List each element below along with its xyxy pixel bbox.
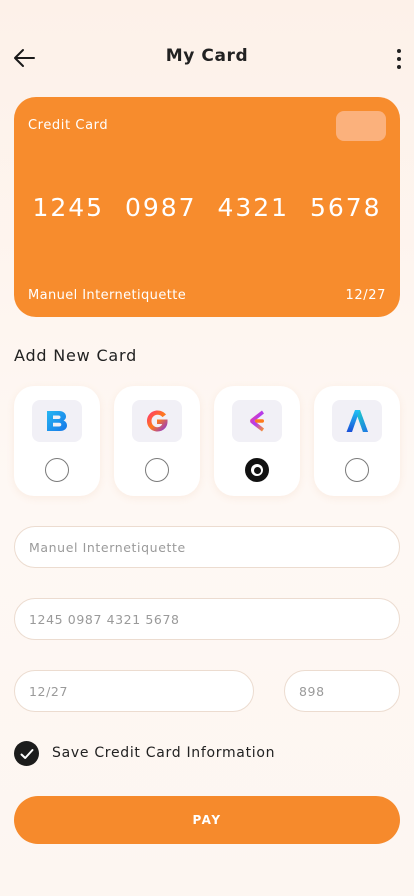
card-number-group: 5678 (309, 193, 382, 222)
save-card-checkbox[interactable] (14, 741, 39, 766)
page-title: My Card (165, 46, 249, 66)
card-number-input[interactable] (14, 598, 400, 640)
payment-method-radio[interactable] (145, 458, 169, 482)
more-vertical-icon (397, 49, 401, 53)
g-logo-icon (132, 400, 182, 442)
card-type-label: Credit Card (28, 118, 109, 133)
card-holder-name: Manuel Internetiquette (28, 288, 187, 303)
payment-method-g[interactable] (114, 386, 200, 496)
add-new-card-title: Add New Card (14, 346, 138, 365)
card-number-group: 4321 (217, 193, 290, 222)
card-number: 1245 0987 4321 5678 (14, 193, 400, 222)
b-logo-icon (32, 400, 82, 442)
payment-method-radio[interactable] (45, 458, 69, 482)
card-number-group: 1245 (32, 193, 105, 222)
more-options-button[interactable] (388, 44, 410, 74)
save-card-label[interactable]: Save Credit Card Information (52, 745, 275, 761)
more-dot (397, 57, 401, 61)
more-dot (397, 65, 401, 69)
cvv-input[interactable] (284, 670, 400, 712)
payment-method-e[interactable] (214, 386, 300, 496)
a-logo-icon (332, 400, 382, 442)
payment-method-b[interactable] (14, 386, 100, 496)
payment-method-a[interactable] (314, 386, 400, 496)
card-chip-icon (336, 111, 386, 141)
expiry-date-input[interactable] (14, 670, 254, 712)
pay-button[interactable]: PAY (14, 796, 400, 844)
credit-card: Credit Card 1245 0987 4321 5678 Manuel I… (14, 97, 400, 317)
checkmark-icon (20, 748, 33, 759)
card-number-group: 0987 (124, 193, 197, 222)
payment-method-radio[interactable] (345, 458, 369, 482)
card-expiry: 12/27 (345, 288, 386, 303)
payment-method-radio-selected[interactable] (245, 458, 269, 482)
cardholder-name-input[interactable] (14, 526, 400, 568)
e-logo-icon (232, 400, 282, 442)
